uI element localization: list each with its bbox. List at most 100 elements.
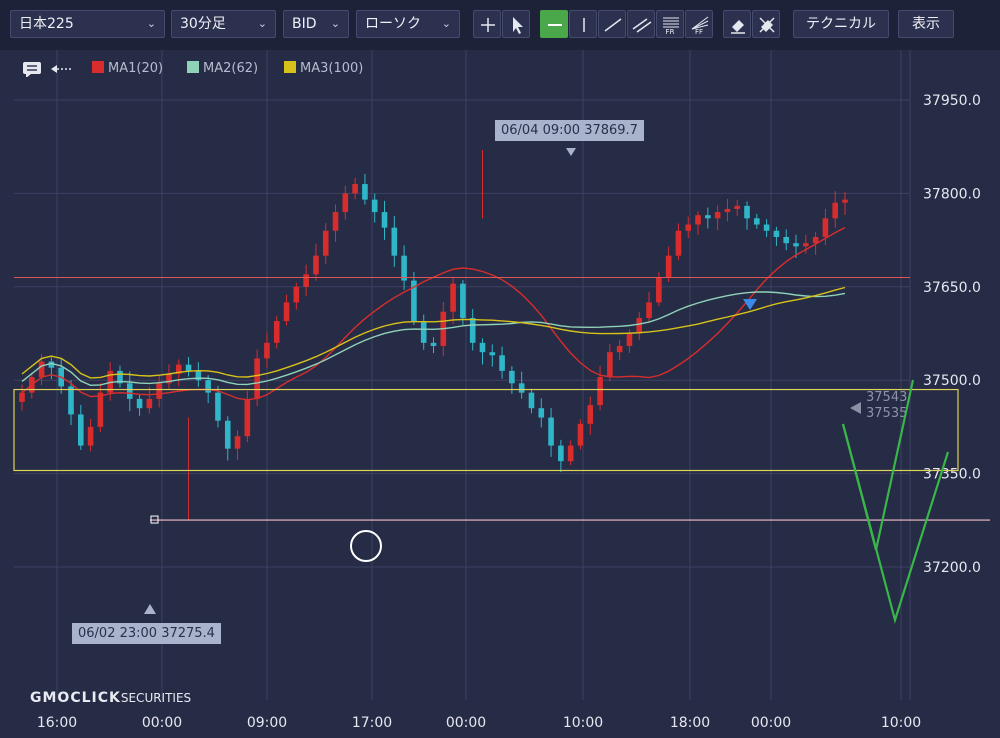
candle-up bbox=[283, 302, 290, 322]
candle-down bbox=[430, 342, 437, 346]
candle-up bbox=[97, 392, 104, 427]
high-price-callout: 06/04 09:00 37869.7 bbox=[495, 120, 644, 141]
candle-down bbox=[754, 218, 760, 225]
candle-down bbox=[224, 420, 231, 449]
candle-down bbox=[705, 215, 711, 219]
candle-down bbox=[469, 317, 476, 343]
legend-label: MA3(100) bbox=[300, 61, 364, 76]
low-callout-pointer bbox=[144, 604, 156, 614]
legend-item-ma120[interactable]: MA1(20) bbox=[92, 61, 163, 76]
candle-down bbox=[528, 392, 535, 409]
candle-down bbox=[460, 283, 466, 318]
candle-down bbox=[77, 414, 84, 446]
legend-swatch bbox=[284, 61, 296, 73]
current-price-label: 37535 bbox=[866, 406, 907, 421]
candle-up bbox=[38, 361, 45, 378]
candle-up bbox=[626, 333, 633, 346]
candle-up bbox=[567, 445, 574, 462]
candle-down bbox=[744, 205, 750, 219]
candle-down bbox=[371, 199, 378, 213]
x-tick-label: 10:00 bbox=[563, 715, 603, 731]
brand-logo: GMOCLICKSECURITIES bbox=[30, 690, 191, 706]
candle-down bbox=[538, 408, 545, 418]
legend-swatch bbox=[187, 61, 199, 73]
current-price-label: 37543 bbox=[866, 390, 907, 405]
x-tick-label: 00:00 bbox=[446, 715, 486, 731]
candle-up bbox=[19, 392, 25, 402]
candle-down bbox=[136, 398, 143, 409]
candle-up bbox=[244, 398, 251, 437]
y-tick-label: 37800.0 bbox=[923, 186, 981, 202]
candle-up bbox=[303, 274, 309, 287]
brand-sub: SECURITIES bbox=[120, 691, 192, 705]
candle-up bbox=[714, 212, 721, 219]
brand-main: GMOCLICK bbox=[30, 690, 121, 706]
candle-up bbox=[665, 255, 672, 278]
candle-down bbox=[362, 184, 368, 200]
legend-item-ma3100[interactable]: MA3(100) bbox=[284, 61, 363, 76]
ma-line-1 bbox=[21, 226, 846, 401]
ma-line-3 bbox=[21, 286, 846, 379]
legend-label: MA2(62) bbox=[203, 61, 259, 76]
arrow-left-icon[interactable] bbox=[49, 61, 73, 81]
candle-up bbox=[675, 230, 682, 256]
candle-up bbox=[597, 377, 603, 406]
candle-up bbox=[577, 423, 584, 446]
candle-up bbox=[293, 286, 300, 303]
candle-up bbox=[352, 184, 358, 194]
candle-down bbox=[126, 383, 133, 399]
x-tick-label: 16:00 bbox=[37, 715, 77, 731]
x-tick-label: 09:00 bbox=[247, 715, 287, 731]
highlight-circle bbox=[350, 530, 382, 562]
x-tick-label: 17:00 bbox=[352, 715, 392, 731]
candle-down bbox=[391, 227, 398, 256]
candle-down bbox=[479, 342, 486, 353]
comment-icon[interactable] bbox=[22, 61, 44, 81]
candle-up bbox=[234, 436, 241, 449]
candle-down bbox=[499, 355, 505, 371]
candle-up bbox=[87, 426, 94, 446]
current-price-arrow bbox=[850, 402, 861, 414]
candle-up bbox=[322, 230, 329, 256]
candle-down bbox=[420, 321, 427, 343]
candle-down bbox=[185, 364, 192, 371]
candle-up bbox=[734, 205, 741, 209]
candle-up bbox=[332, 212, 339, 231]
legend-label: MA1(20) bbox=[108, 61, 164, 76]
candle-up bbox=[342, 193, 349, 213]
y-tick-label: 37350.0 bbox=[923, 467, 981, 483]
candle-up bbox=[832, 202, 839, 219]
candle-down bbox=[489, 352, 496, 356]
candle-down bbox=[401, 255, 407, 281]
scenario-path-2 bbox=[841, 423, 950, 624]
high-callout-pointer bbox=[566, 148, 576, 156]
candle-up bbox=[842, 199, 848, 203]
x-tick-label: 10:00 bbox=[881, 715, 921, 731]
candle-down bbox=[205, 380, 211, 393]
candle-down bbox=[773, 230, 780, 237]
candle-up bbox=[264, 342, 270, 359]
x-tick-label: 00:00 bbox=[142, 715, 182, 731]
candle-up bbox=[724, 208, 731, 213]
candle-up bbox=[146, 398, 153, 409]
x-tick-label: 18:00 bbox=[670, 715, 710, 731]
candle-down bbox=[548, 417, 554, 446]
candle-up bbox=[636, 317, 643, 334]
candle-up bbox=[254, 358, 260, 399]
y-tick-label: 37500.0 bbox=[923, 373, 981, 389]
candle-up bbox=[685, 224, 692, 231]
candle-down bbox=[558, 445, 564, 462]
candle-up bbox=[273, 321, 280, 343]
candle-up bbox=[822, 218, 829, 237]
y-tick-label: 37950.0 bbox=[923, 93, 981, 109]
candle-down bbox=[763, 224, 770, 231]
candle-down bbox=[509, 370, 515, 384]
support-zone-box bbox=[13, 388, 959, 472]
candle-up bbox=[587, 405, 594, 424]
legend-item-ma262[interactable]: MA2(62) bbox=[187, 61, 258, 76]
candle-up bbox=[450, 283, 456, 312]
legend-swatch bbox=[92, 61, 104, 73]
candle-down bbox=[783, 236, 790, 244]
candle-down bbox=[215, 392, 221, 421]
x-tick-label: 00:00 bbox=[751, 715, 791, 731]
